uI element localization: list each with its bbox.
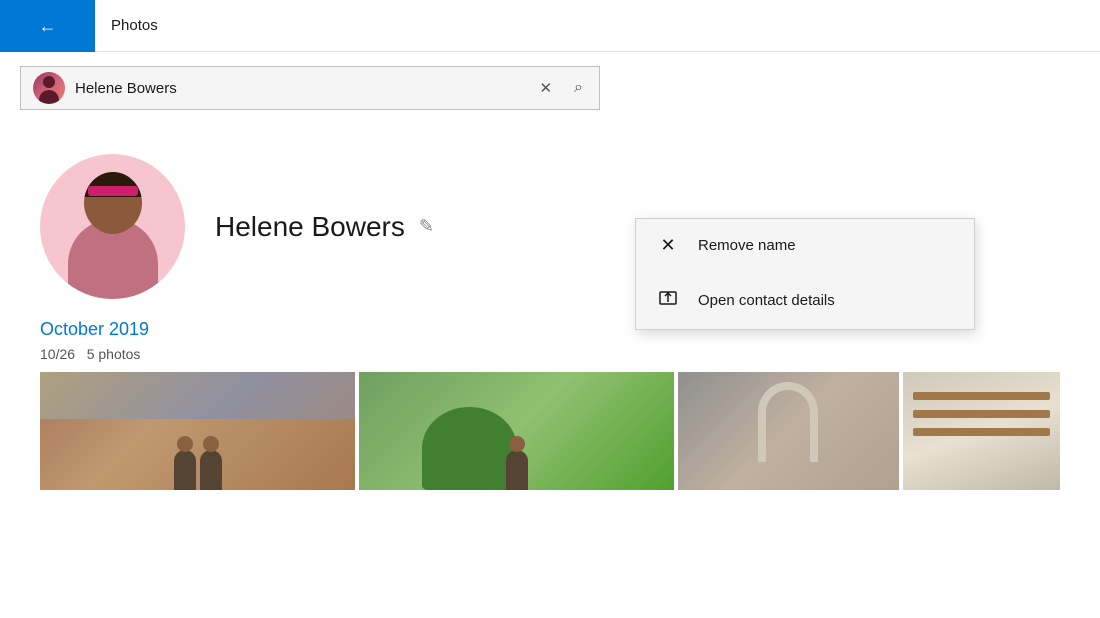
photo-strip <box>40 372 1060 490</box>
photo-thumb-4[interactable] <box>903 372 1061 490</box>
search-input[interactable]: Helene Bowers <box>75 80 521 97</box>
photo-thumb-2[interactable] <box>359 372 674 490</box>
photo-count: 5 photos <box>87 346 141 362</box>
people-in-photo-2 <box>506 450 528 490</box>
photo-detail-2 <box>422 407 517 490</box>
title-bar: ← Photos <box>0 0 1100 52</box>
open-contact-label: Open contact details <box>698 292 835 309</box>
profile-avatar <box>40 154 185 299</box>
photo-thumb-1[interactable] <box>40 372 355 490</box>
avatar-glasses <box>88 186 138 196</box>
remove-name-icon: ✕ <box>656 235 680 256</box>
people-in-photo-1 <box>174 450 222 490</box>
photo-thumb-3[interactable] <box>678 372 899 490</box>
mini-person-3 <box>506 450 528 490</box>
edit-name-icon[interactable]: ✎ <box>419 216 434 237</box>
profile-info: Helene Bowers ✎ <box>215 211 434 243</box>
date-info: 10/26 <box>40 346 75 362</box>
open-contact-menuitem[interactable]: Open contact details <box>636 272 974 329</box>
photo-detail-3 <box>758 382 818 462</box>
open-contact-icon <box>656 288 680 313</box>
page-title: Photos <box>95 17 158 34</box>
search-bar: Helene Bowers ✕ ⌕ <box>20 66 600 110</box>
photo-detail-4 <box>913 392 1051 400</box>
back-button[interactable]: ← <box>0 0 95 52</box>
search-icon[interactable]: ⌕ <box>570 75 587 101</box>
date-count: 10/26 5 photos <box>40 346 1060 362</box>
profile-name: Helene Bowers <box>215 211 405 243</box>
remove-name-menuitem[interactable]: ✕ Remove name <box>636 219 974 272</box>
search-area: Helene Bowers ✕ ⌕ <box>0 52 1100 124</box>
search-clear-button[interactable]: ✕ <box>531 75 560 101</box>
search-avatar <box>33 72 65 104</box>
photos-section: October 2019 10/26 5 photos <box>0 319 1100 490</box>
context-menu: ✕ Remove name Open contact details <box>635 218 975 330</box>
avatar-head <box>84 172 142 234</box>
back-arrow-icon: ← <box>39 17 57 35</box>
search-avatar-image <box>33 72 65 104</box>
mini-person-1 <box>174 450 196 490</box>
mini-person-2 <box>200 450 222 490</box>
remove-name-label: Remove name <box>698 237 796 254</box>
